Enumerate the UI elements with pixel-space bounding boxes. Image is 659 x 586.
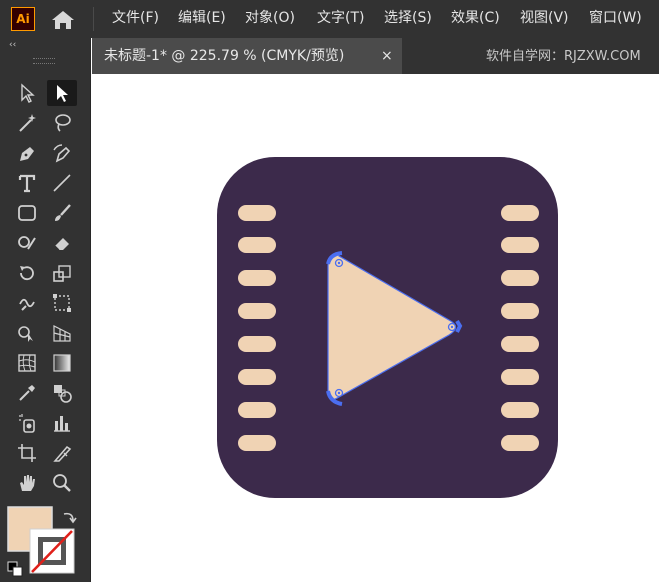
rectangle-tool[interactable] [12, 200, 42, 226]
lasso-icon [55, 114, 71, 132]
menu-file[interactable]: 文件(F) [112, 9, 159, 27]
rotate-tool[interactable] [12, 260, 42, 286]
swap-colors-icon[interactable] [63, 512, 77, 524]
line-segment-tool[interactable] [47, 170, 77, 196]
stroke-swatch[interactable] [29, 528, 75, 574]
blend-icon [54, 385, 72, 403]
mesh-tool[interactable] [12, 350, 42, 376]
slice-knife-icon [53, 445, 72, 462]
eyedropper-tool[interactable] [12, 380, 42, 406]
scale-tool[interactable] [47, 260, 77, 286]
eraser-icon [54, 238, 69, 251]
watermark-text: 软件自学网：RJZXW.COM [486, 49, 641, 64]
symbol-sprayer-icon [19, 414, 35, 433]
collapse-panel-button[interactable]: ‹‹ [9, 41, 16, 50]
close-tab-button[interactable]: × [381, 47, 393, 65]
gradient-icon [53, 354, 71, 372]
menu-bar: Ai 文件(F) 编辑(E) 对象(O) 文字(T) 选择(S) 效果(C) 视… [0, 0, 659, 38]
slice-tool[interactable] [47, 440, 77, 466]
document-tab-bar: 未标题-1* @ 225.79 % (CMYK/预览) × 软件自学网：RJZX… [92, 38, 659, 74]
direct-selection-arrow-icon [57, 85, 68, 102]
artboard-icon [18, 444, 36, 462]
free-transform-tool[interactable] [47, 290, 77, 316]
illustrator-logo: Ai [11, 7, 35, 31]
pen-tool[interactable] [12, 140, 42, 166]
magic-wand-icon [19, 114, 36, 132]
zoom-tool[interactable] [47, 470, 77, 496]
symbol-sprayer-tool[interactable] [12, 410, 42, 436]
default-colors-icon[interactable] [7, 561, 23, 577]
shaper-tool[interactable] [12, 230, 42, 256]
menu-edit[interactable]: 编辑(E) [178, 9, 226, 27]
curvature-tool[interactable] [47, 140, 77, 166]
scale-icon [53, 265, 71, 282]
menu-effect[interactable]: 效果(C) [451, 9, 500, 27]
document-tab[interactable]: 未标题-1* @ 225.79 % (CMYK/预览) × [92, 38, 402, 74]
eyedropper-icon [19, 385, 35, 401]
paintbrush-icon [55, 204, 71, 221]
shape-builder-icon [18, 326, 33, 342]
column-graph-icon [54, 416, 70, 432]
selection-arrow-icon [21, 83, 35, 103]
menu-type[interactable]: 文字(T) [317, 9, 364, 27]
direct-selection-tool[interactable] [47, 80, 77, 106]
menu-view[interactable]: 视图(V) [520, 9, 569, 27]
menu-object[interactable]: 对象(O) [245, 9, 295, 27]
rotate-icon [20, 266, 34, 281]
column-graph-tool[interactable] [47, 410, 77, 436]
menu-window[interactable]: 窗口(W) [589, 9, 642, 27]
menu-select[interactable]: 选择(S) [384, 9, 432, 27]
eraser-tool[interactable] [47, 230, 77, 256]
home-icon[interactable] [50, 9, 76, 31]
line-icon [53, 174, 71, 192]
warp-tool[interactable] [12, 290, 42, 316]
mesh-icon [18, 354, 36, 372]
panel-grip[interactable] [33, 58, 55, 64]
perspective-grid-icon [53, 325, 71, 342]
blend-tool[interactable] [47, 380, 77, 406]
shape-builder-tool[interactable] [12, 320, 42, 346]
pen-icon [20, 147, 34, 161]
curvature-pen-icon [53, 144, 71, 163]
film-play-artwork [217, 157, 558, 498]
free-transform-icon [53, 294, 71, 312]
perspective-grid-tool[interactable] [47, 320, 77, 346]
shaper-icon [18, 236, 36, 250]
type-tool[interactable] [12, 170, 42, 196]
selection-tool[interactable] [12, 80, 42, 106]
gradient-tool[interactable] [47, 350, 77, 376]
hand-icon [20, 475, 35, 491]
artboard-canvas[interactable] [92, 74, 659, 582]
artboard-tool[interactable] [12, 440, 42, 466]
warp-icon [19, 298, 35, 311]
hand-tool[interactable] [12, 470, 42, 496]
rounded-rectangle-icon [18, 205, 36, 221]
fill-stroke-swatches [0, 500, 91, 582]
type-icon [18, 174, 36, 193]
lasso-tool[interactable] [47, 110, 77, 136]
magic-wand-tool[interactable] [12, 110, 42, 136]
document-tab-title: 未标题-1* @ 225.79 % (CMYK/预览) [104, 48, 345, 64]
paintbrush-tool[interactable] [47, 200, 77, 226]
menu-separator [93, 7, 94, 31]
magnifier-icon [53, 474, 71, 492]
